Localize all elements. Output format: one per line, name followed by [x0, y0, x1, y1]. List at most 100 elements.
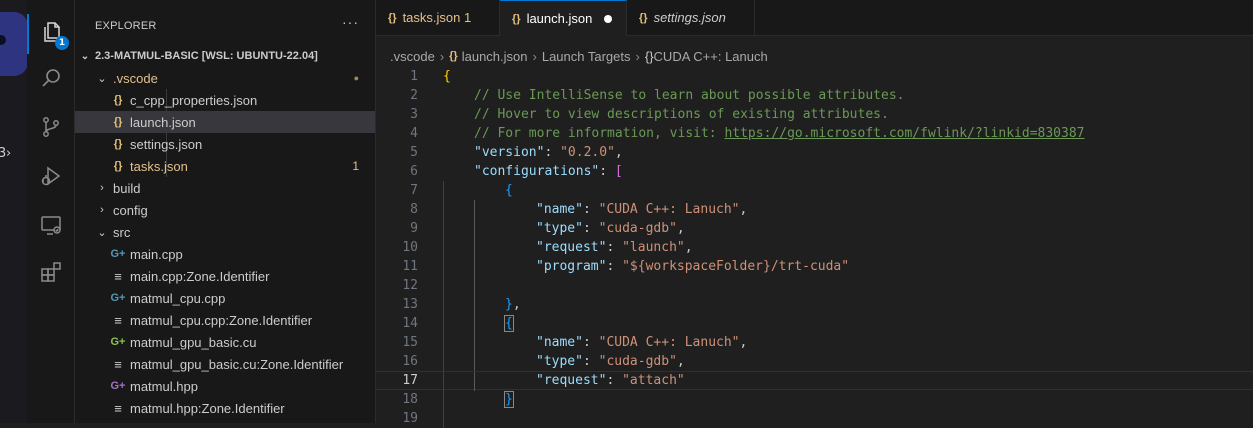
- code-token: "type": [536, 221, 583, 236]
- folder-item[interactable]: ⌄ src: [75, 221, 375, 243]
- line-number: 13: [402, 297, 418, 312]
- chevron-down-icon: ⌄: [97, 226, 107, 239]
- code-line: 1{: [376, 67, 1253, 86]
- code-token: ,: [739, 335, 748, 350]
- indent-guide: [443, 219, 444, 238]
- problem-count: 1: [352, 159, 359, 173]
- background-app-thumbnail: [0, 12, 27, 76]
- code-line: 3 // Hover to view descriptions of existi…: [376, 105, 1253, 124]
- code-text: },: [505, 295, 521, 314]
- tree-item-label: .vscode: [113, 70, 158, 86]
- code-line: 19: [376, 409, 1253, 428]
- code-text: {: [504, 314, 514, 333]
- code-token: :: [582, 354, 599, 369]
- file-item[interactable]: G+ matmul_cpu.cpp: [75, 287, 375, 309]
- tab-launch-json[interactable]: {} launch.json: [500, 0, 627, 36]
- code-line: 14 {: [376, 314, 1253, 333]
- code-line: 8 "name": "CUDA C++: Lanuch",: [376, 200, 1253, 219]
- folder-item[interactable]: › build: [75, 177, 375, 199]
- source-control-activity-button[interactable]: [27, 109, 74, 149]
- workspace-root[interactable]: ⌄ 2.3-MATMUL-BASIC [WSL: UBUNTU-22.04]: [75, 45, 375, 67]
- line-number: 2: [410, 88, 418, 103]
- tree-item-label: matmul.hpp:Zone.Identifier: [130, 400, 285, 416]
- code-token: :: [606, 373, 623, 388]
- breadcrumb-item[interactable]: CUDA C++: Lanuch: [654, 49, 768, 64]
- folder-item[interactable]: ⌄ .vscode ●: [75, 67, 375, 89]
- tab-label: launch.json: [526, 11, 593, 26]
- code-token: "name": [536, 335, 583, 350]
- file-item[interactable]: ≡ matmul_gpu_basic.cu:Zone.Identifier: [75, 353, 375, 375]
- line-number: 15: [402, 335, 418, 350]
- file-item[interactable]: {} settings.json: [75, 133, 375, 155]
- folder-item[interactable]: › config: [75, 199, 375, 221]
- code-token: "CUDA C++: Lanuch": [598, 335, 740, 350]
- more-actions-icon[interactable]: ···: [342, 14, 359, 30]
- workspace-root-label: 2.3-MATMUL-BASIC [WSL: UBUNTU-22.04]: [95, 50, 318, 62]
- code-text: "configurations": [: [474, 162, 623, 181]
- file-item[interactable]: {} tasks.json 1: [75, 155, 375, 177]
- code-token: "attach": [622, 373, 685, 388]
- code-token: "type": [536, 354, 583, 369]
- activity-bar: 1: [27, 0, 75, 423]
- indent-guide: [474, 238, 475, 257]
- indent-guide: [474, 333, 475, 352]
- cpp-file-icon: G+: [110, 292, 126, 304]
- code-text: "program": "${workspaceFolder}/trt-cuda": [536, 257, 849, 276]
- indent-guide: [443, 409, 444, 428]
- code-token: {: [504, 315, 514, 332]
- file-item[interactable]: G+ matmul_gpu_basic.cu: [75, 331, 375, 353]
- code-editor[interactable]: 1{ 2 // Use IntelliSense to learn about po…: [376, 67, 1253, 428]
- file-item[interactable]: G+ matmul.hpp: [75, 375, 375, 397]
- file-item[interactable]: ≡ matmul_cpu.cpp:Zone.Identifier: [75, 309, 375, 331]
- code-text: // For more information, visit: https://…: [474, 124, 1084, 143]
- explorer-badge: 1: [55, 36, 69, 50]
- tab-settings-json[interactable]: {} settings.json: [627, 0, 755, 35]
- file-item[interactable]: ≡ matmul.hpp:Zone.Identifier: [75, 397, 375, 419]
- line-number: 14: [402, 316, 418, 331]
- chevron-right-icon: ›: [6, 146, 12, 161]
- run-debug-activity-button[interactable]: [27, 158, 74, 198]
- breadcrumb-item[interactable]: launch.json: [462, 49, 528, 64]
- json-file-icon: {}: [512, 12, 521, 25]
- file-item[interactable]: G+ main.cpp: [75, 243, 375, 265]
- file-item[interactable]: ≡ main.cpp:Zone.Identifier: [75, 265, 375, 287]
- code-token: :: [606, 259, 623, 274]
- code-text: // Use IntelliSense to learn about possi…: [474, 86, 904, 105]
- explorer-sidebar: EXPLORER ··· ⌄ 2.3-MATMUL-BASIC [WSL: UB…: [75, 0, 376, 423]
- json-file-icon: {}: [113, 116, 123, 128]
- chevron-right-icon: ›: [439, 48, 445, 64]
- line-number: 19: [402, 411, 418, 426]
- breadcrumb: .vscode ›{} launch.json › Launch Targets ›{} …: [390, 45, 768, 67]
- code-text: "name": "CUDA C++: Lanuch",: [536, 333, 747, 352]
- code-line: 15 "name": "CUDA C++: Lanuch",: [376, 333, 1253, 352]
- breadcrumb-item[interactable]: Launch Targets: [542, 49, 631, 64]
- explorer-activity-button[interactable]: 1: [27, 14, 74, 54]
- code-text: "type": "cuda-gdb",: [536, 352, 685, 371]
- code-line: 4 // For more information, visit: https:/…: [376, 124, 1253, 143]
- tree-item-label: src: [113, 224, 131, 240]
- line-number: 18: [402, 392, 418, 407]
- file-item[interactable]: {} c_cpp_properties.json: [75, 89, 375, 111]
- code-token: "0.2.0": [560, 145, 615, 160]
- search-activity-button[interactable]: [27, 60, 74, 100]
- breadcrumb-item[interactable]: .vscode: [390, 49, 435, 64]
- remote-explorer-activity-button[interactable]: [27, 207, 74, 247]
- modified-dot: ●: [353, 73, 359, 83]
- file-item[interactable]: {} launch.json: [75, 111, 375, 133]
- tree-item-label: c_cpp_properties.json: [130, 92, 258, 108]
- code-token: :: [606, 240, 623, 255]
- unsaved-dot-icon[interactable]: [604, 14, 613, 23]
- chevron-right-icon: ›: [532, 48, 537, 64]
- indent-guide: [443, 238, 444, 257]
- line-number: 9: [410, 221, 418, 236]
- indent-guide: [443, 257, 444, 276]
- line-number: 10: [402, 240, 418, 255]
- extensions-activity-button[interactable]: [27, 254, 74, 294]
- line-number: 17: [402, 373, 418, 388]
- tab-tasks-json[interactable]: {} tasks.json 1: [376, 0, 500, 35]
- code-token: :: [582, 221, 599, 236]
- code-link[interactable]: https://go.microsoft.com/fwlink/?linkid=…: [724, 126, 1084, 141]
- code-token: :: [582, 202, 599, 217]
- indent-guide: [443, 390, 444, 409]
- code-token: "configurations": [474, 164, 600, 179]
